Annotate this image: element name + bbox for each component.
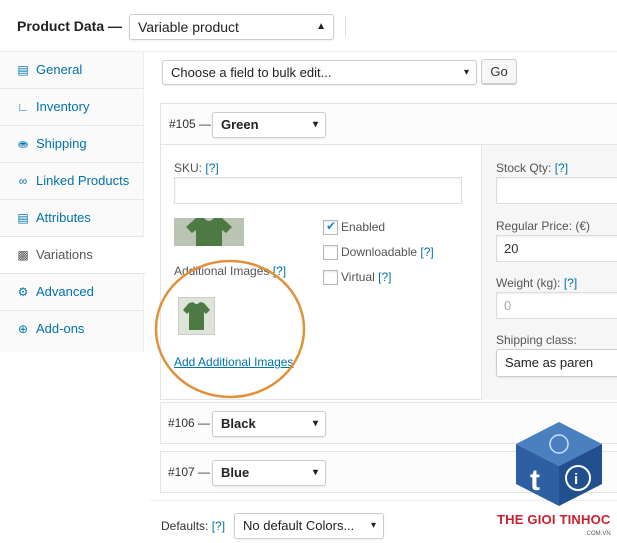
- select-arrows-icon: ▾: [312, 418, 318, 429]
- tab-label: Advanced: [36, 284, 94, 299]
- shipping-class-label: Shipping class:: [496, 333, 577, 347]
- svg-text:i: i: [574, 471, 578, 488]
- link-icon: ∞: [18, 174, 28, 188]
- select-arrows-icon: ▲: [316, 21, 326, 32]
- sidebar: ▤ General ∟ Inventory ⛂ Shipping ∞ Linked Pr…: [0, 52, 146, 352]
- regular-price-value: 20: [504, 241, 519, 256]
- virtual-label: Virtual [?]: [341, 270, 392, 284]
- tab-label: Attributes: [36, 210, 91, 225]
- enabled-label: Enabled: [341, 220, 386, 234]
- plus-circle-icon: ⊕: [17, 322, 29, 336]
- tshirt-image: [186, 218, 232, 246]
- sku-help-link[interactable]: [?]: [205, 161, 218, 175]
- downloadable-help-link[interactable]: [?]: [420, 245, 433, 259]
- tab-attributes[interactable]: ▤ Attributes: [0, 200, 143, 237]
- shipping-class-select[interactable]: Same as paren: [496, 349, 617, 377]
- defaults-help-link[interactable]: [?]: [212, 519, 225, 533]
- tab-label: Shipping: [36, 136, 87, 151]
- product-type-select[interactable]: Variable product ▲: [129, 14, 334, 40]
- product-data-header: Product Data — Variable product ▲: [0, 0, 617, 52]
- variation-attribute-value: Black: [221, 416, 256, 431]
- tab-linked-products[interactable]: ∞ Linked Products: [0, 163, 143, 200]
- variation-attribute-select[interactable]: Green ▾: [212, 112, 326, 138]
- tab-label: Linked Products: [36, 173, 130, 188]
- weight-placeholder: 0: [504, 298, 512, 313]
- bulk-edit-select[interactable]: Choose a field to bulk edit... ▾: [162, 60, 477, 85]
- variation-image[interactable]: [174, 218, 244, 246]
- variation-id: #106 —: [168, 416, 211, 430]
- watermark-domain: .COM.VN: [585, 531, 611, 537]
- tab-general[interactable]: ▤ General: [0, 52, 143, 89]
- default-colors-value: No default Colors...: [243, 518, 355, 533]
- variation-attribute-select[interactable]: Black ▾: [212, 411, 326, 437]
- select-arrows-icon: ▾: [463, 67, 469, 78]
- weight-label: Weight (kg): [?]: [496, 276, 578, 290]
- tab-label: Inventory: [36, 99, 90, 114]
- product-type-value: Variable product: [138, 19, 239, 35]
- variation-id: #105 —: [169, 117, 212, 131]
- highlight-circle: [154, 259, 306, 399]
- go-button[interactable]: Go: [481, 59, 517, 84]
- downloadable-checkbox[interactable]: [323, 245, 338, 260]
- default-colors-select[interactable]: No default Colors... ▾: [234, 513, 384, 539]
- chart-icon: ∟: [17, 100, 29, 114]
- svg-text:t: t: [530, 464, 540, 497]
- regular-price-input[interactable]: 20: [496, 235, 617, 262]
- watermark-brand: THE GIOI TINHOC: [497, 512, 617, 532]
- stock-qty-label: Stock Qty: [?]: [496, 161, 569, 175]
- select-arrows-icon: ▾: [370, 520, 376, 531]
- defaults-label: Defaults: [?]: [161, 519, 226, 533]
- tab-add-ons[interactable]: ⊕ Add-ons: [0, 311, 143, 348]
- variation-id: #107 —: [168, 465, 211, 479]
- bulk-edit-value: Choose a field to bulk edit...: [171, 65, 332, 80]
- downloadable-label: Downloadable [?]: [341, 245, 434, 259]
- variation-attribute-value: Green: [221, 117, 259, 132]
- select-arrows-icon: ▾: [312, 467, 318, 478]
- tab-shipping[interactable]: ⛂ Shipping: [0, 126, 143, 163]
- stock-qty-help-link[interactable]: [?]: [555, 161, 568, 175]
- weight-input[interactable]: 0: [496, 292, 617, 319]
- wrench-icon: ▤: [17, 63, 29, 77]
- product-data-label: Product Data —: [17, 18, 123, 34]
- tab-advanced[interactable]: ⚙ Advanced: [0, 274, 143, 311]
- virtual-help-link[interactable]: [?]: [378, 270, 391, 284]
- list-icon: ▤: [17, 211, 29, 225]
- select-arrows-icon: ▾: [312, 119, 318, 130]
- stock-qty-input[interactable]: [496, 177, 617, 204]
- tab-label: Variations: [36, 247, 93, 262]
- sku-input[interactable]: [174, 177, 462, 204]
- watermark-brand-text: THE GIOI TINHOC: [497, 512, 611, 527]
- variation-attribute-value: Blue: [221, 465, 250, 480]
- truck-icon: ⛂: [17, 137, 29, 151]
- sku-label: SKU: [?]: [174, 161, 219, 175]
- tab-inventory[interactable]: ∟ Inventory: [0, 89, 143, 126]
- variation-105-header[interactable]: #105 — Green ▾: [160, 103, 617, 145]
- tab-label: Add-ons: [36, 321, 85, 336]
- grid-icon: ▩: [17, 248, 29, 262]
- shipping-class-value: Same as paren: [505, 355, 594, 370]
- tab-label: General: [36, 62, 83, 77]
- variation-attribute-select[interactable]: Blue ▾: [212, 460, 326, 486]
- regular-price-label: Regular Price: (€): [496, 219, 591, 233]
- gear-icon: ⚙: [17, 285, 29, 299]
- enabled-checkbox[interactable]: [323, 219, 338, 235]
- header-divider: [345, 16, 346, 36]
- weight-help-link[interactable]: [?]: [564, 276, 577, 290]
- tab-variations[interactable]: ▩ Variations: [0, 237, 146, 274]
- variation-right-panel: Stock Qty: [?] Regular Price: (€) 20 Wei…: [481, 145, 617, 400]
- watermark-cube-logo: t i: [516, 422, 602, 506]
- virtual-checkbox[interactable]: [323, 270, 338, 285]
